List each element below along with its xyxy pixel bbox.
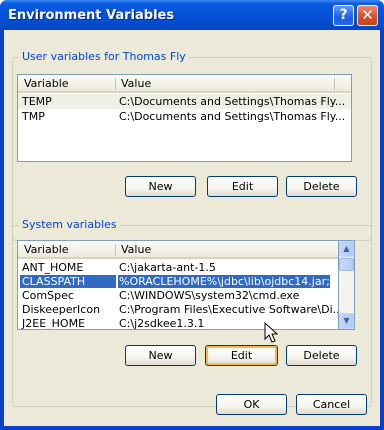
scroll-up-arrow-icon[interactable]: ▲	[339, 241, 354, 257]
system-list-scrollbar[interactable]: ▲ ▼	[339, 240, 355, 330]
system-edit-button[interactable]: Edit	[205, 345, 278, 366]
system-variables-list[interactable]: Variable Value ANT_HOME C:\jakarta-ant-1…	[17, 240, 339, 330]
help-button[interactable]: ?	[333, 5, 354, 26]
scroll-down-arrow-icon[interactable]: ▼	[339, 313, 354, 329]
dialog-body: User variables for Thomas Fly Variable V…	[4, 30, 380, 426]
user-var-value: C:\Documents and Settings\Thomas Fly...	[119, 95, 346, 108]
user-list-header: Variable Value	[18, 75, 351, 93]
user-col-divider-end[interactable]	[334, 78, 335, 90]
system-var-row-comspec[interactable]: ComSpec C:\WINDOWS\system32\cmd.exe	[18, 288, 338, 303]
user-variables-group-label: User variables for Thomas Fly	[19, 50, 189, 63]
mouse-pointer-icon	[264, 322, 278, 343]
ok-button[interactable]: OK	[216, 394, 287, 415]
user-var-name: TMP	[22, 110, 45, 123]
system-col-value[interactable]: Value	[121, 243, 151, 256]
system-var-name: CLASSPATH	[19, 274, 117, 289]
system-var-row-diskeepericon[interactable]: DiskeeperIcon C:\Program Files\Executive…	[18, 302, 338, 317]
system-var-value: C:\WINDOWS\system32\cmd.exe	[119, 289, 300, 302]
system-new-button[interactable]: New	[125, 345, 196, 366]
system-var-row-j2ee-home[interactable]: J2EE_HOME C:\j2sdkee1.3.1	[18, 316, 338, 330]
system-var-value: C:\j2sdkee1.3.1	[119, 317, 205, 330]
user-var-name: TEMP	[22, 95, 52, 108]
system-col-variable[interactable]: Variable	[24, 243, 69, 256]
user-new-button[interactable]: New	[125, 176, 196, 197]
environment-variables-dialog: Environment Variables ? ✕ User variables…	[0, 0, 384, 430]
user-var-row-tmp[interactable]: TMP C:\Documents and Settings\Thomas Fly…	[18, 109, 351, 124]
user-var-row-temp[interactable]: TEMP C:\Documents and Settings\Thomas Fl…	[18, 94, 351, 109]
user-edit-button[interactable]: Edit	[207, 176, 278, 197]
close-button[interactable]: ✕	[357, 5, 378, 26]
user-variables-list[interactable]: Variable Value TEMP C:\Documents and Set…	[17, 74, 352, 162]
title-bar[interactable]: Environment Variables ? ✕	[0, 0, 384, 30]
system-var-row-ant-home[interactable]: ANT_HOME C:\jakarta-ant-1.5	[18, 260, 338, 275]
system-var-name: ComSpec	[22, 289, 74, 302]
system-var-value: C:\jakarta-ant-1.5	[119, 261, 216, 274]
user-var-value: C:\Documents and Settings\Thomas Fly...	[119, 110, 346, 123]
system-var-value: %ORACLEHOME%\jdbc\lib\ojdbc14.jar;...	[117, 274, 331, 289]
user-delete-button[interactable]: Delete	[286, 176, 357, 197]
user-col-divider[interactable]	[115, 78, 116, 90]
window-title: Environment Variables	[8, 8, 175, 23]
system-var-value: C:\Program Files\Executive Software\Di..…	[119, 303, 339, 316]
system-var-name: J2EE_HOME	[22, 317, 86, 330]
system-var-name: ANT_HOME	[22, 261, 84, 274]
system-var-row-classpath-selected[interactable]: CLASSPATH %ORACLEHOME%\jdbc\lib\ojdbc14.…	[18, 274, 338, 289]
system-list-header: Variable Value	[18, 241, 338, 259]
user-col-value[interactable]: Value	[121, 77, 151, 90]
user-col-variable[interactable]: Variable	[24, 77, 69, 90]
system-delete-button[interactable]: Delete	[286, 345, 357, 366]
cancel-button[interactable]: Cancel	[296, 394, 367, 415]
system-col-divider[interactable]	[115, 244, 116, 256]
system-var-name: DiskeeperIcon	[22, 303, 101, 316]
scroll-thumb[interactable]	[339, 258, 354, 271]
system-variables-group-label: System variables	[19, 218, 120, 231]
